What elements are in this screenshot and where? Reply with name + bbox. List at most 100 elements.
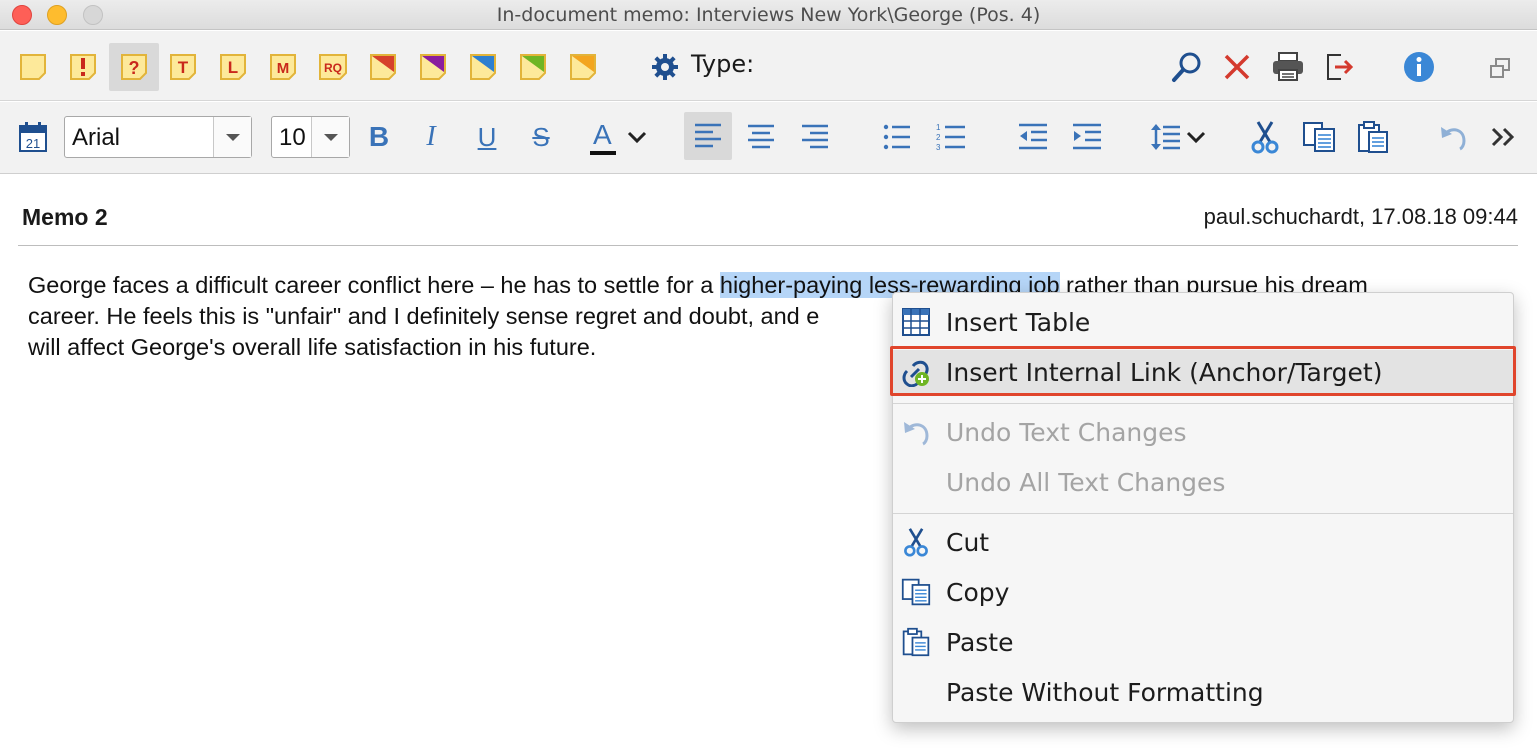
info-icon [1404,52,1434,82]
memo-type-m-button[interactable]: M [264,48,302,86]
font-size-dropdown-arrow[interactable] [311,117,349,157]
memo-rq-icon: RQ [319,54,347,80]
font-color-dropdown[interactable] [622,114,652,160]
italic-icon: I [426,121,436,152]
undock-button[interactable] [1484,53,1516,83]
memo-type-l-button[interactable]: L [214,48,252,86]
strikethrough-button[interactable]: S [518,114,564,160]
line-spacing-icon [1151,124,1180,150]
menu-item-label: Copy [946,578,1010,607]
double-chevron-right-icon [1491,127,1515,147]
font-family-value: Arial [72,124,121,151]
memo-type-exclaim-button[interactable] [64,48,102,86]
svg-text:RQ: RQ [324,61,342,75]
font-color-swatch [590,151,616,155]
memo-green-icon [520,54,546,80]
paste-button[interactable] [1350,114,1396,160]
menu-item-undo-all-text-changes[interactable]: Undo All Text Changes [893,460,1513,504]
menu-item-paste-without-formatting[interactable]: Paste Without Formatting [893,670,1513,714]
align-center-button[interactable] [738,114,784,160]
svg-text:1: 1 [936,123,941,132]
memo-color-blue-button[interactable] [464,48,502,86]
scissors-icon [904,528,928,557]
cut-button[interactable] [1242,114,1288,160]
line-spacing-button[interactable] [1146,114,1186,160]
export-icon [1327,54,1354,80]
chevron-down-icon [324,134,338,141]
menu-item-copy[interactable]: Copy [893,570,1513,614]
memo-color-orange-button[interactable] [564,48,602,86]
memo-color-purple-button[interactable] [414,48,452,86]
bold-button[interactable]: B [356,114,402,160]
memo-color-green-button[interactable] [514,48,552,86]
font-family-dropdown-arrow[interactable] [213,117,251,157]
memo-question-icon: ? [121,54,147,80]
menu-item-label: Undo Text Changes [946,418,1187,447]
memo-color-red-button[interactable] [364,48,402,86]
undo-icon [1441,127,1466,151]
search-icon [1172,52,1201,82]
insert-date-button[interactable]: 21 [14,117,52,157]
type-settings-button[interactable] [648,50,682,84]
export-button[interactable] [1320,48,1358,86]
delete-button[interactable] [1218,48,1256,86]
svg-text:M: M [277,60,290,77]
undo-icon [904,422,929,446]
title-bar: In-document memo: Interviews New York\Ge… [0,0,1537,30]
paste-icon [1358,121,1388,153]
memo-yellow-icon [20,54,46,80]
font-size-select[interactable]: 10 [271,116,350,158]
undock-icon [1490,58,1510,78]
bold-icon: B [368,121,390,152]
align-right-button[interactable] [792,114,838,160]
menu-item-paste[interactable]: Paste [893,620,1513,664]
memo-type-yellow-button[interactable] [14,48,52,86]
font-color-button[interactable]: A [580,114,626,160]
strikethrough-icon: S [532,121,550,152]
font-color-letter: A [593,119,612,150]
paste-icon [902,627,930,657]
info-button[interactable] [1400,48,1438,86]
menu-item-label: Insert Table [946,308,1091,337]
memo-type-question-button[interactable]: ? [109,43,159,91]
bullet-list-icon [883,124,910,150]
copy-button[interactable] [1296,114,1342,160]
menu-item-label: Insert Internal Link (Anchor/Target) [946,358,1383,387]
outdent-button[interactable] [1010,114,1056,160]
menu-item-insert-internal-link[interactable]: Insert Internal Link (Anchor/Target) [890,346,1516,396]
bullet-list-button[interactable] [874,114,920,160]
underline-button[interactable]: U [464,114,510,160]
memo-type-t-button[interactable]: T [164,48,202,86]
svg-text:?: ? [129,58,140,78]
calendar-day-text: 21 [26,136,40,151]
menu-item-label: Paste Without Formatting [946,678,1264,707]
more-tools-button[interactable] [1482,114,1526,160]
print-button[interactable] [1268,48,1308,86]
menu-item-cut[interactable]: Cut [893,520,1513,564]
numbered-list-button[interactable]: 123 [928,114,974,160]
undo-button[interactable] [1430,114,1476,160]
italic-button[interactable]: I [408,114,454,160]
memo-m-icon: M [270,54,296,80]
font-family-select[interactable]: Arial [64,116,252,158]
calendar-icon: 21 [19,122,47,152]
svg-text:L: L [228,58,238,77]
search-button[interactable] [1168,48,1206,86]
indent-button[interactable] [1064,114,1110,160]
link-add-icon [902,360,929,387]
menu-item-insert-table[interactable]: Insert Table [893,300,1513,344]
line-spacing-dropdown[interactable] [1182,114,1210,160]
svg-text:3: 3 [936,143,941,152]
menu-item-undo-text-changes[interactable]: Undo Text Changes [893,410,1513,454]
underline-icon: U [477,121,497,152]
chevron-down-icon [226,134,240,141]
menu-item-label: Undo All Text Changes [946,468,1226,497]
format-toolbar: 21 Arial 10 B I U S A 1 2 3 [0,102,1537,174]
align-left-button[interactable] [684,112,732,160]
memo-author-date: paul.schuchardt, 17.08.18 09:44 [1203,204,1518,229]
memo-text-segment: George faces a difficult career conflict… [28,272,720,298]
copy-icon [1303,122,1335,152]
menu-separator [893,403,1513,404]
svg-text:2: 2 [936,133,941,142]
memo-type-rq-button[interactable]: RQ [314,48,352,86]
